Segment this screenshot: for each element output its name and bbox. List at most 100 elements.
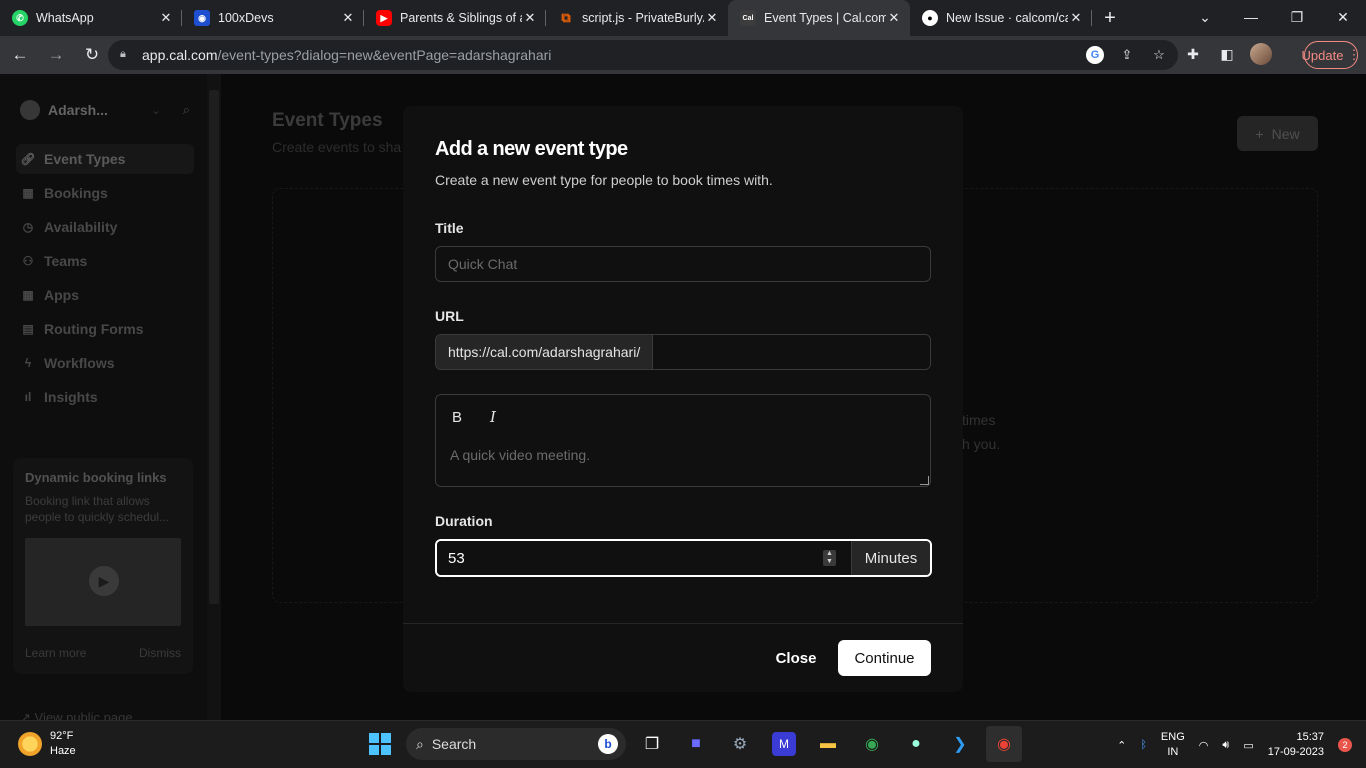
update-label: Update <box>1301 47 1344 63</box>
windows-logo-icon <box>369 733 391 755</box>
cal-icon: Cal <box>740 10 756 26</box>
tab-youtube[interactable]: ▶ Parents & Siblings of a ✕ <box>364 0 546 36</box>
teams-meet-icon[interactable]: ■ <box>678 726 714 762</box>
title-input[interactable] <box>435 246 931 282</box>
language-indicator[interactable]: ENG IN <box>1161 730 1185 760</box>
haze-sun-icon <box>18 732 42 756</box>
url-host: app.cal.com <box>142 47 218 63</box>
region-code: IN <box>1167 746 1179 758</box>
system-tray: ⌃ ᛒ ENG IN ◠ 🔊︎ ▭ 15:37 17-09-2023 2 <box>1117 721 1352 768</box>
language-code: ENG <box>1160 731 1185 743</box>
github-icon: ● <box>922 10 938 26</box>
tab-label: 100xDevs <box>218 11 274 25</box>
minimize-icon[interactable]: — <box>1228 0 1274 34</box>
time: 15:37 <box>1296 731 1324 743</box>
window-controls: ⌄ — ❐ ✕ <box>1182 0 1366 34</box>
task-view-icon[interactable]: ❐ <box>634 726 670 762</box>
whatsapp-icon: ✆ <box>12 10 28 26</box>
dialog-subtitle: Create a new event type for people to bo… <box>435 172 773 188</box>
weather-condition: Haze <box>50 745 76 757</box>
date: 17-09-2023 <box>1267 746 1324 758</box>
close-icon[interactable]: ✕ <box>340 10 356 26</box>
tab-label: Parents & Siblings of a <box>400 11 522 25</box>
wifi-icon[interactable]: ◠ <box>1199 739 1209 752</box>
close-button[interactable]: Close <box>766 640 826 676</box>
url-label: URL <box>435 308 464 324</box>
battery-icon[interactable]: ▭ <box>1243 739 1253 752</box>
update-button[interactable]: Update ⋮ <box>1301 41 1361 69</box>
dialog-title: Add a new event type <box>435 138 628 160</box>
duration-stepper[interactable]: ▲ ▼ <box>823 550 836 566</box>
close-icon[interactable]: ✕ <box>158 10 174 26</box>
continue-button[interactable]: Continue <box>838 640 931 676</box>
back-icon[interactable]: ← <box>4 39 36 71</box>
google-icon[interactable]: G <box>1086 46 1104 64</box>
chrome-active-icon[interactable]: ◉ <box>986 726 1022 762</box>
new-event-type-dialog: Add a new event type Create a new event … <box>403 106 963 692</box>
tab-cal-event-types[interactable]: Cal Event Types | Cal.com ✕ <box>728 0 910 36</box>
chrome-icon[interactable]: ◉ <box>854 726 890 762</box>
volume-icon[interactable]: 🔊︎ <box>1222 739 1229 752</box>
close-icon[interactable]: ✕ <box>1068 10 1084 26</box>
tab-replit[interactable]: ⧉ script.js - PrivateBurlyA ✕ <box>546 0 728 36</box>
lock-icon[interactable]: 🔒︎ <box>120 48 134 62</box>
temperature: 92°F <box>50 730 74 742</box>
chevron-up-icon[interactable]: ⌃ <box>1117 739 1126 752</box>
search-icon: ⌕ <box>416 735 424 752</box>
windows-taskbar: 92°F Haze ⌕ Search b ❐ ■ ⚙ M ▬ ◉ ● ❯ ◉ ⌃… <box>0 720 1366 768</box>
more-icon: ⋮ <box>1347 47 1361 62</box>
tab-label: script.js - PrivateBurlyA <box>582 11 704 25</box>
bold-button[interactable]: B <box>444 405 470 429</box>
resize-handle[interactable] <box>920 476 929 485</box>
clock[interactable]: 15:37 17-09-2023 <box>1268 730 1324 760</box>
tab-100xdevs[interactable]: ◉ 100xDevs ✕ <box>182 0 364 36</box>
settings-icon[interactable]: ⚙ <box>722 726 758 762</box>
title-label: Title <box>435 220 464 236</box>
app-icon-2[interactable]: ● <box>898 726 934 762</box>
tab-whatsapp[interactable]: ✆ WhatsApp ✕ <box>0 0 182 36</box>
url-path: /event-types?dialog=new&eventPage=adarsh… <box>217 47 552 63</box>
share-icon[interactable]: ⇪ <box>1118 46 1136 64</box>
star-icon[interactable]: ☆ <box>1150 46 1168 64</box>
start-button[interactable] <box>362 726 398 762</box>
file-explorer-icon[interactable]: ▬ <box>810 726 846 762</box>
close-icon[interactable]: ✕ <box>522 10 538 26</box>
close-window-icon[interactable]: ✕ <box>1320 0 1366 34</box>
taskbar-search[interactable]: ⌕ Search b <box>406 728 626 760</box>
url-field: https://cal.com/adarshagrahari/ <box>435 334 931 370</box>
side-panel-icon[interactable]: ◧ <box>1216 43 1238 65</box>
reload-icon[interactable]: ↻ <box>76 39 108 71</box>
description-editor[interactable]: B I A quick video meeting. <box>435 394 931 487</box>
new-tab-button[interactable]: + <box>1092 0 1128 36</box>
chevron-down-icon[interactable]: ⌄ <box>1182 0 1228 34</box>
search-label: Search <box>431 736 477 752</box>
bing-icon[interactable]: b <box>598 734 618 754</box>
duration-label: Duration <box>435 513 493 529</box>
close-icon[interactable]: ✕ <box>886 10 902 26</box>
notification-badge[interactable]: 2 <box>1338 738 1352 752</box>
duration-field: ▲▼ Minutes <box>435 539 932 577</box>
profile-avatar[interactable] <box>1250 43 1272 65</box>
forward-icon[interactable]: → <box>40 39 72 71</box>
duration-input[interactable] <box>437 541 851 575</box>
address-bar[interactable]: 🔒︎ app.cal.com/event-types?dialog=new&ev… <box>108 40 1178 70</box>
tab-github[interactable]: ● New Issue · calcom/ca ✕ <box>910 0 1092 36</box>
dialog-footer-divider <box>403 623 963 624</box>
youtube-icon: ▶ <box>376 10 392 26</box>
100xdevs-icon: ◉ <box>194 10 210 26</box>
vscode-icon[interactable]: ❯ <box>942 726 978 762</box>
app-icon[interactable]: M <box>772 732 796 756</box>
tab-label: WhatsApp <box>36 11 94 25</box>
url-prefix: https://cal.com/adarshagrahari/ <box>436 335 654 369</box>
restore-icon[interactable]: ❐ <box>1274 0 1320 34</box>
url-slug-input[interactable] <box>653 335 930 369</box>
duration-unit: Minutes <box>851 541 930 575</box>
tab-label: Event Types | Cal.com <box>764 11 886 25</box>
italic-button[interactable]: I <box>480 405 506 429</box>
tab-label: New Issue · calcom/ca <box>946 11 1068 25</box>
replit-icon: ⧉ <box>561 10 571 25</box>
weather-widget[interactable]: 92°F Haze <box>18 729 76 759</box>
bluetooth-icon[interactable]: ᛒ <box>1140 739 1147 751</box>
extensions-icon[interactable]: ✚ <box>1182 43 1204 65</box>
close-icon[interactable]: ✕ <box>704 10 720 26</box>
